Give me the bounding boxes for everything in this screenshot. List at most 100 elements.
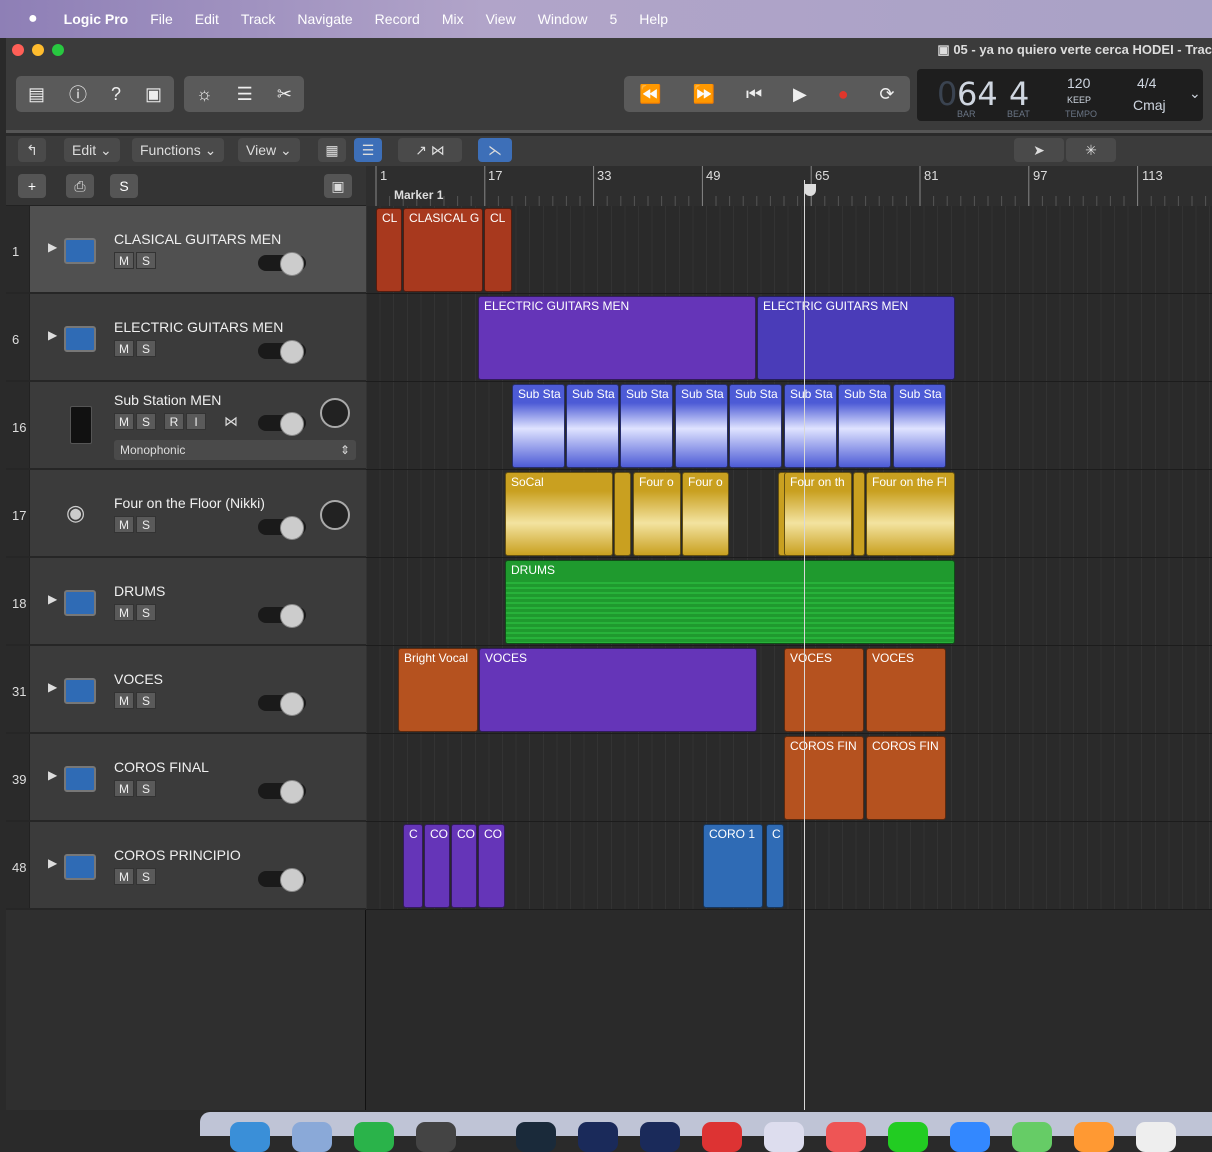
region[interactable] xyxy=(614,472,631,556)
secondary-tool-icon[interactable]: ✳ xyxy=(1066,138,1116,162)
menu-5[interactable]: 5 xyxy=(609,11,617,27)
track-18[interactable]: 18 ▶ DRUMS M S xyxy=(6,558,366,646)
app-icon[interactable] xyxy=(640,1122,680,1152)
track-on-toggle[interactable] xyxy=(258,868,306,892)
region[interactable]: CORO 1 xyxy=(703,824,763,908)
track-name[interactable]: CLASICAL GUITARS MEN xyxy=(114,231,281,247)
calendar-icon[interactable] xyxy=(826,1122,866,1152)
cycle-icon[interactable]: ⟳ xyxy=(879,84,894,105)
track-on-toggle[interactable] xyxy=(258,780,306,804)
automation-icon[interactable]: ↗ ⋈ xyxy=(398,138,462,162)
region[interactable]: CL xyxy=(484,208,512,292)
marker-1[interactable]: Marker 1 xyxy=(394,188,443,202)
zoom-button[interactable] xyxy=(52,44,64,56)
region[interactable]: CO xyxy=(424,824,450,908)
mute-button[interactable]: M xyxy=(114,516,134,533)
region[interactable]: COROS FIN xyxy=(866,736,946,820)
freeze-icon[interactable]: ⋈ xyxy=(224,413,238,430)
region[interactable]: Four on the Fl xyxy=(866,472,955,556)
mute-button[interactable]: M xyxy=(114,252,134,269)
track-17[interactable]: 17 ◉ Four on the Floor (Nikki) M S xyxy=(6,470,366,558)
menu-track[interactable]: Track xyxy=(241,11,275,27)
disclosure-triangle-icon[interactable]: ▶ xyxy=(48,240,57,254)
menu-record[interactable]: Record xyxy=(375,11,420,27)
app-icon[interactable] xyxy=(1136,1122,1176,1152)
library-icon[interactable]: ▤ xyxy=(28,84,45,105)
solo-button[interactable]: S xyxy=(136,252,156,269)
region[interactable]: CL xyxy=(376,208,402,292)
pan-knob[interactable] xyxy=(320,398,350,428)
app-icon[interactable] xyxy=(764,1122,804,1152)
region[interactable]: ELECTRIC GUITARS MEN xyxy=(478,296,756,380)
region[interactable]: Four o xyxy=(633,472,681,556)
track-name[interactable]: COROS PRINCIPIO xyxy=(114,847,241,863)
disclosure-triangle-icon[interactable]: ▶ xyxy=(48,856,57,870)
lcd-display[interactable]: 0 64 4 BAR BEAT 120 KEEP TEMPO 4/4 Cmaj … xyxy=(917,69,1203,121)
region[interactable]: DRUMS xyxy=(505,560,955,644)
track-39[interactable]: 39 ▶ COROS FINAL M S xyxy=(6,734,366,822)
track-on-toggle[interactable] xyxy=(258,252,306,276)
fast-forward-icon[interactable]: ⏩ xyxy=(693,84,715,105)
solo-button[interactable]: S xyxy=(136,692,156,709)
region[interactable]: Four on th xyxy=(784,472,852,556)
help-icon[interactable]: ? xyxy=(111,84,121,105)
region[interactable]: Sub Sta xyxy=(675,384,728,468)
list-view-icon[interactable]: ☰ xyxy=(354,138,382,162)
track-name[interactable]: Sub Station MEN xyxy=(114,392,221,408)
app-icon[interactable] xyxy=(950,1122,990,1152)
region[interactable]: C xyxy=(403,824,423,908)
inspector-icon[interactable]: ⓘ xyxy=(69,81,87,107)
solo-button[interactable]: S xyxy=(136,868,156,885)
region[interactable]: VOCES xyxy=(784,648,864,732)
playhead-handle[interactable] xyxy=(804,184,816,196)
functions-menu[interactable]: Functions ⌄ xyxy=(132,138,225,162)
messages-icon[interactable] xyxy=(888,1122,928,1152)
region[interactable]: Sub Sta xyxy=(620,384,673,468)
disclosure-triangle-icon[interactable]: ▶ xyxy=(48,680,57,694)
view-menu[interactable]: View ⌄ xyxy=(238,138,300,162)
region[interactable]: Sub Sta xyxy=(893,384,946,468)
region[interactable]: Sub Sta xyxy=(566,384,619,468)
go-to-start-icon[interactable]: ⏮ xyxy=(746,84,762,105)
mute-button[interactable]: M xyxy=(114,868,134,885)
finder-icon[interactable] xyxy=(230,1122,270,1152)
pan-knob[interactable] xyxy=(320,500,350,530)
minimize-button[interactable] xyxy=(32,44,44,56)
solo-button[interactable]: S xyxy=(136,780,156,797)
region[interactable]: CO xyxy=(451,824,477,908)
edit-menu[interactable]: Edit ⌄ xyxy=(64,138,120,162)
arrange-area[interactable]: CL CLASICAL G CL ELECTRIC GUITARS MEN EL… xyxy=(366,206,1212,1110)
mute-button[interactable]: M xyxy=(114,604,134,621)
track-16[interactable]: 16 Sub Station MEN M S R I ⋈ Monophonic … xyxy=(6,382,366,470)
region[interactable]: CO xyxy=(478,824,505,908)
mute-button[interactable]: M xyxy=(114,413,134,430)
app-icon[interactable] xyxy=(578,1122,618,1152)
mixer-icon[interactable]: ☰ xyxy=(237,84,253,105)
mode-select[interactable]: Monophonic ⇕ xyxy=(114,440,356,460)
menu-mix[interactable]: Mix xyxy=(442,11,464,27)
spotify-icon[interactable] xyxy=(354,1122,394,1152)
track-1[interactable]: 1 ▶ CLASICAL GUITARS MEN M S xyxy=(6,206,366,294)
menu-edit[interactable]: Edit xyxy=(195,11,219,27)
solo-button[interactable]: S xyxy=(136,340,156,357)
region[interactable]: VOCES xyxy=(479,648,757,732)
region[interactable]: Sub Sta xyxy=(512,384,565,468)
menu-app[interactable]: Logic Pro xyxy=(64,11,129,27)
track-on-toggle[interactable] xyxy=(258,604,306,628)
pointer-tool-icon[interactable]: ➤ xyxy=(1014,138,1064,162)
menu-file[interactable]: File xyxy=(150,11,173,27)
app-icon[interactable] xyxy=(516,1122,556,1152)
rewind-icon[interactable]: ⏪ xyxy=(639,84,661,105)
region[interactable]: CLASICAL G xyxy=(403,208,483,292)
solo-button[interactable]: S xyxy=(136,604,156,621)
track-48[interactable]: 48 ▶ COROS PRINCIPIO M S xyxy=(6,822,366,910)
track-name[interactable]: ELECTRIC GUITARS MEN xyxy=(114,319,283,335)
disclosure-triangle-icon[interactable]: ▶ xyxy=(48,328,57,342)
region[interactable]: Sub Sta xyxy=(729,384,782,468)
record-icon[interactable]: ● xyxy=(838,84,849,105)
disclosure-triangle-icon[interactable]: ▶ xyxy=(48,592,57,606)
lcd-dropdown-icon[interactable]: ⌄ xyxy=(1189,85,1201,102)
solo-button[interactable]: S xyxy=(136,516,156,533)
region[interactable]: VOCES xyxy=(866,648,946,732)
app-icon[interactable] xyxy=(702,1122,742,1152)
